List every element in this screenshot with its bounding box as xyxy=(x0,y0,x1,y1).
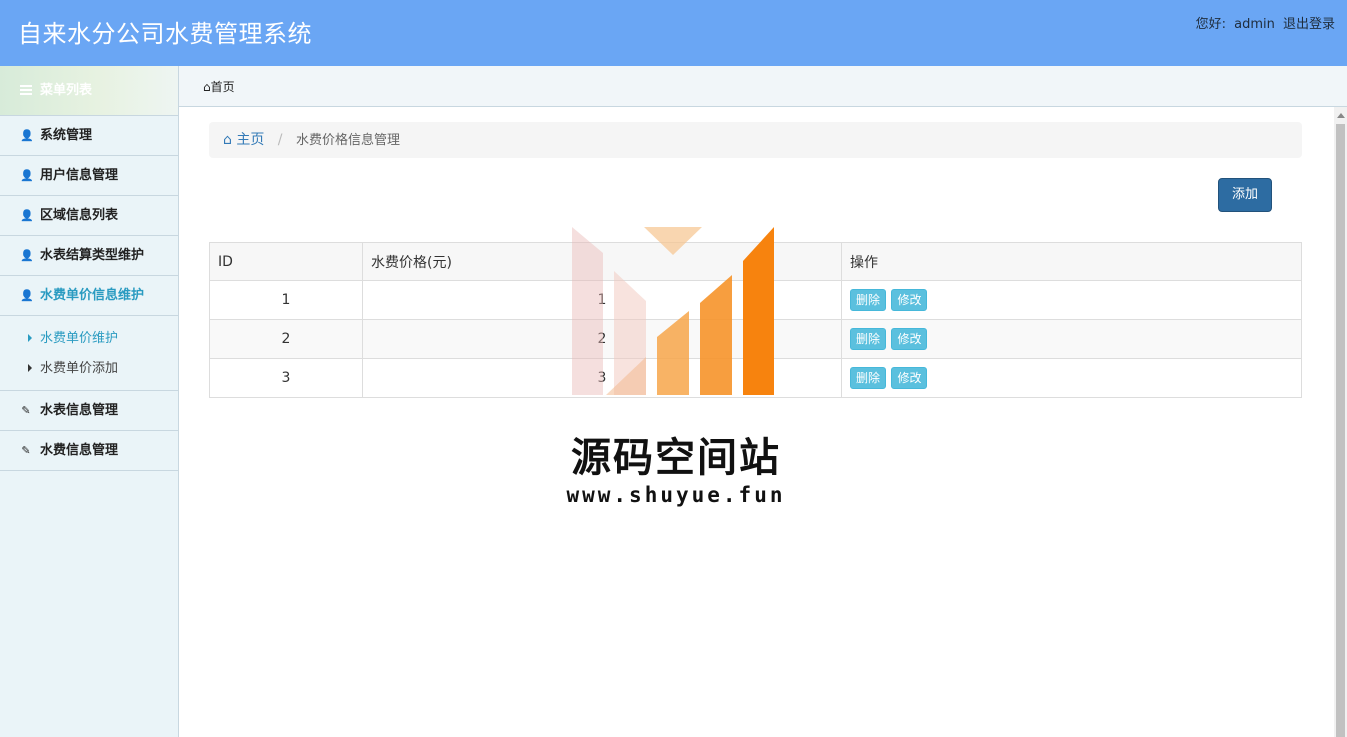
price-submenu: 水费单价维护 水费单价添加 xyxy=(0,316,178,391)
menu-title: 菜单列表 xyxy=(40,83,93,98)
user-area: 您好: admin 退出登录 xyxy=(1192,13,1335,32)
breadcrumb-home[interactable]: ⌂ 主页 xyxy=(223,132,269,148)
column-header-price: 水费价格(元) xyxy=(362,242,842,281)
sidebar-item-label: 区域信息列表 xyxy=(40,208,119,223)
cell-actions: 删除 修改 xyxy=(841,319,1302,359)
add-button[interactable]: 添加 xyxy=(1218,178,1272,212)
caret-right-icon xyxy=(28,334,32,342)
caret-right-icon xyxy=(28,364,32,372)
menu-header: 菜单列表 xyxy=(0,66,178,116)
subitem-price-add[interactable]: 水费单价添加 xyxy=(0,354,178,384)
sidebar-item-system[interactable]: 👤 系统管理 xyxy=(0,116,178,156)
sidebar-item-label: 水表结算类型维护 xyxy=(40,248,145,263)
vertical-scrollbar[interactable] xyxy=(1334,107,1347,737)
sidebar-item-price-maintenance[interactable]: 👤 水费单价信息维护 xyxy=(0,276,178,316)
user-icon: 👤 xyxy=(20,129,34,142)
cell-price: 2 xyxy=(362,319,842,359)
breadcrumb-current: 水费价格信息管理 xyxy=(295,133,400,148)
scroll-thumb[interactable] xyxy=(1336,124,1345,737)
sidebar-item-label: 系统管理 xyxy=(40,128,93,143)
subitem-label: 水费单价维护 xyxy=(40,331,119,346)
delete-button[interactable]: 删除 xyxy=(850,289,887,311)
scroll-up-arrow-icon[interactable] xyxy=(1337,113,1345,118)
logout-link[interactable]: 退出登录 xyxy=(1283,17,1335,32)
breadcrumb-home-label: 主页 xyxy=(236,132,265,148)
main-content: ⌂ 主页 / 水费价格信息管理 添加 ID 水费价格(元) 操作 1 1 删除 … xyxy=(179,107,1334,737)
list-icon xyxy=(20,85,32,95)
top-header: 自来水分公司水费管理系统 您好: admin 退出登录 xyxy=(0,0,1347,66)
sidebar-item-fees[interactable]: ✎ 水费信息管理 xyxy=(0,431,178,471)
edit-button[interactable]: 修改 xyxy=(891,289,928,311)
sidebar-item-users[interactable]: 👤 用户信息管理 xyxy=(0,156,178,196)
breadcrumb-separator: / xyxy=(277,132,283,148)
sidebar-item-label: 水表信息管理 xyxy=(40,403,119,418)
delete-button[interactable]: 删除 xyxy=(850,367,887,389)
subitem-price-maintain[interactable]: 水费单价维护 xyxy=(0,324,178,354)
username-text: admin xyxy=(1234,17,1275,32)
table-row: 3 3 删除 修改 xyxy=(209,358,1302,398)
sidebar-item-label: 用户信息管理 xyxy=(40,168,119,183)
table-row: 2 2 删除 修改 xyxy=(209,319,1302,359)
cell-price: 3 xyxy=(362,358,842,398)
tab-home-label: 首页 xyxy=(210,80,235,94)
sidebar-item-meters[interactable]: ✎ 水表信息管理 xyxy=(0,391,178,431)
edit-icon: ✎ xyxy=(21,444,31,457)
sidebar-item-meter-types[interactable]: 👤 水表结算类型维护 xyxy=(0,236,178,276)
cell-price: 1 xyxy=(362,280,842,320)
home-icon: ⌂ xyxy=(223,132,232,148)
edit-button[interactable]: 修改 xyxy=(891,328,928,350)
breadcrumb: ⌂ 主页 / 水费价格信息管理 xyxy=(209,122,1302,158)
home-icon: ⌂ xyxy=(203,80,211,94)
user-icon: 👤 xyxy=(20,289,34,302)
column-header-id: ID xyxy=(209,242,363,281)
table-header-row: ID 水费价格(元) 操作 xyxy=(209,242,1302,281)
sidebar-item-label: 水费信息管理 xyxy=(40,443,119,458)
user-icon: 👤 xyxy=(20,249,34,262)
tab-home[interactable]: ⌂首页 xyxy=(203,78,235,95)
tab-bar: ⌂首页 xyxy=(179,66,1347,107)
cell-id: 2 xyxy=(209,319,363,359)
sidebar: 菜单列表 👤 系统管理 👤 用户信息管理 👤 区域信息列表 👤 水表结算类型维护 👤 水费… xyxy=(0,66,179,737)
subitem-label: 水费单价添加 xyxy=(40,361,119,376)
sidebar-item-label: 水费单价信息维护 xyxy=(40,288,145,303)
cell-actions: 删除 修改 xyxy=(841,280,1302,320)
user-icon: 👤 xyxy=(20,169,34,182)
table-row: 1 1 删除 修改 xyxy=(209,280,1302,320)
greeting-text: 您好: xyxy=(1195,17,1226,32)
cell-id: 3 xyxy=(209,358,363,398)
cell-id: 1 xyxy=(209,280,363,320)
user-icon: 👤 xyxy=(20,209,34,222)
column-header-actions: 操作 xyxy=(841,242,1302,281)
app-title: 自来水分公司水费管理系统 xyxy=(18,20,312,48)
edit-button[interactable]: 修改 xyxy=(891,367,928,389)
edit-icon: ✎ xyxy=(21,404,31,417)
price-table: ID 水费价格(元) 操作 1 1 删除 修改 2 2 删除 修改 3 3 删除… xyxy=(209,242,1302,398)
delete-button[interactable]: 删除 xyxy=(850,328,887,350)
cell-actions: 删除 修改 xyxy=(841,358,1302,398)
sidebar-item-regions[interactable]: 👤 区域信息列表 xyxy=(0,196,178,236)
